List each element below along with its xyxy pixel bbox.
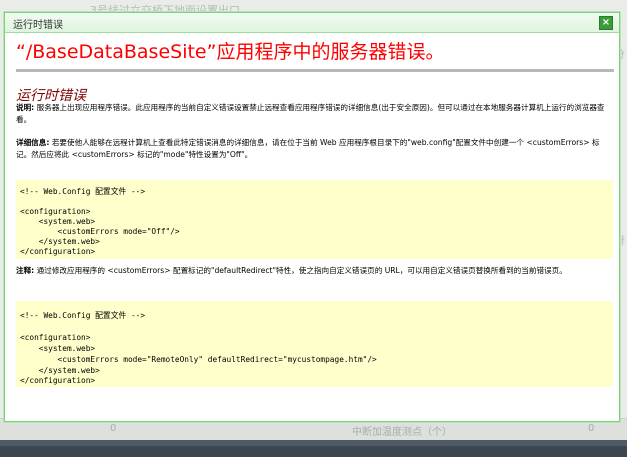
description-paragraph: 说明: 服务器上出现应用程序错误。此应用程序的当前自定义错误设置禁止远程查看应用… — [16, 102, 612, 125]
code-line: <configuration> — [20, 333, 91, 342]
error-dialog: 运行时错误 × “/BaseDataBaseSite”应用程序中的服务器错误。 … — [4, 12, 620, 422]
code-line: <system.web> — [20, 344, 96, 353]
config-code-block-redirect: <!-- Web.Config 配置文件 --> <configuration>… — [16, 301, 613, 387]
code-line: <customErrors mode="RemoteOnly" defaultR… — [20, 355, 377, 364]
code-line: </system.web> — [20, 366, 100, 375]
details-text: 若要使他人能够在远程计算机上查看此特定错误消息的详细信息，请在位于当前 Web … — [16, 138, 600, 159]
code-line: <customErrors mode="Off"/> — [20, 227, 180, 236]
description-text: 服务器上出现应用程序错误。此应用程序的当前自定义错误设置禁止远程查看应用程序错误… — [16, 103, 605, 124]
details-paragraph: 详细信息: 若要使他人能够在远程计算机上查看此特定错误消息的详细信息，请在位于当… — [16, 137, 612, 160]
error-heading: “/BaseDataBaseSite”应用程序中的服务器错误。 — [16, 41, 445, 63]
code-line: <!-- Web.Config 配置文件 --> — [20, 311, 146, 320]
dialog-content: “/BaseDataBaseSite”应用程序中的服务器错误。 运行时错误 说明… — [6, 33, 618, 419]
code-line: </system.web> — [20, 237, 100, 246]
footer-left-value: 0 — [110, 423, 117, 434]
details-label: 详细信息: — [16, 138, 50, 147]
dialog-titlebar[interactable]: 运行时错误 × — [5, 13, 619, 33]
code-line: </configuration> — [20, 376, 96, 385]
notes-text: 通过修改应用程序的 <customErrors> 配置标记的"defaultRe… — [36, 266, 567, 275]
footer-right-value: 0 — [588, 423, 595, 434]
code-line: <configuration> — [20, 207, 91, 216]
dialog-title: 运行时错误 — [13, 20, 63, 31]
code-line: </configuration> — [20, 247, 96, 256]
code-line: <!-- Web.Config 配置文件 --> — [20, 187, 146, 196]
bottom-bar-dark — [0, 446, 627, 457]
footer-center-label: 中断加温度测点（个） — [352, 427, 452, 438]
code-line: <system.web> — [20, 217, 96, 226]
config-code-block-off: <!-- Web.Config 配置文件 --> <configuration>… — [16, 180, 613, 259]
description-label: 说明: — [16, 103, 35, 112]
close-icon[interactable]: × — [599, 16, 613, 30]
notes-paragraph: 注释: 通过修改应用程序的 <customErrors> 配置标记的"defau… — [16, 265, 612, 277]
notes-label: 注释: — [16, 266, 35, 275]
divider — [16, 69, 614, 72]
